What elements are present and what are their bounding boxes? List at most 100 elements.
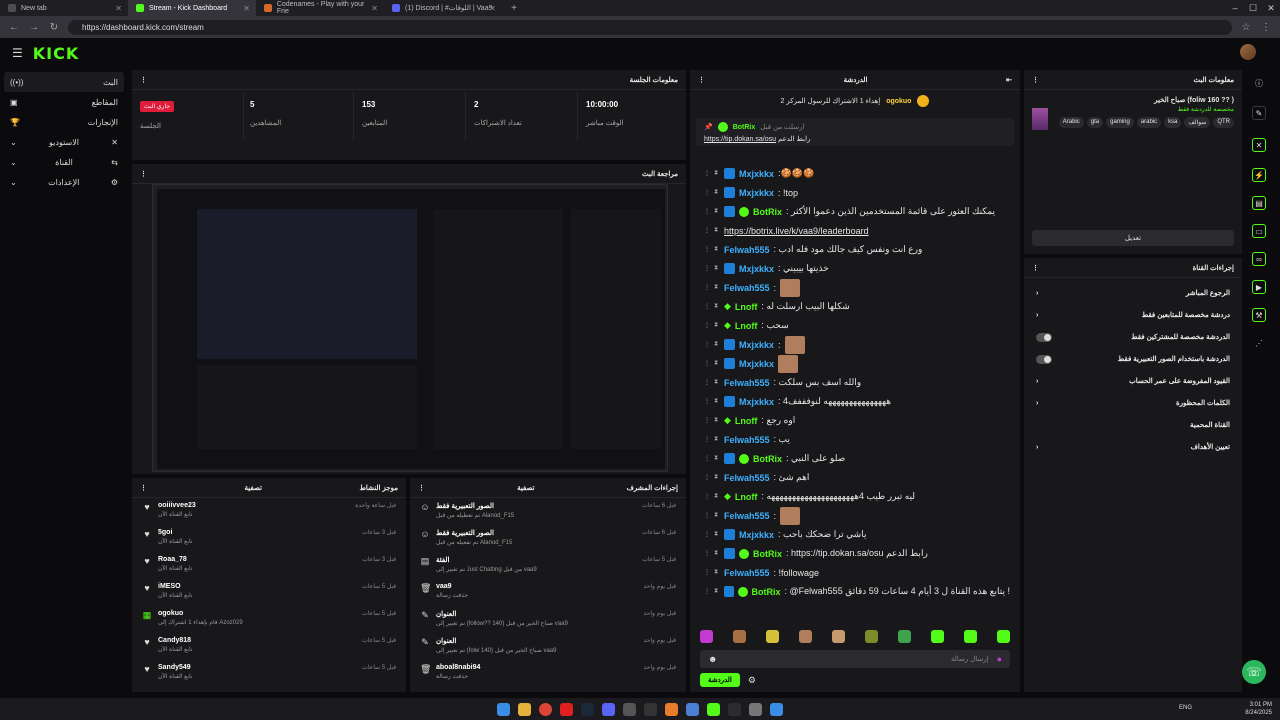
- stream-preview-video[interactable]: [152, 184, 668, 472]
- collapse-icon[interactable]: ⇤: [1006, 76, 1012, 84]
- emoji-picker-icon[interactable]: ☻: [708, 654, 717, 664]
- message-menu-icon[interactable]: ⋮: [704, 531, 710, 538]
- chat-message[interactable]: ⋮ ⧗ Felwah555: اهم شئ: [690, 468, 1020, 487]
- action-set-goals[interactable]: › تعيين الأهداف: [1024, 436, 1242, 458]
- emote-icon[interactable]: [898, 630, 911, 643]
- kick-logo[interactable]: KICK: [33, 44, 80, 63]
- app-icon[interactable]: [728, 702, 741, 716]
- tag[interactable]: QTR: [1213, 117, 1234, 128]
- panel-menu-icon[interactable]: ⋮: [418, 484, 425, 492]
- bookmark-icon[interactable]: ☆: [1240, 22, 1252, 33]
- language-indicator[interactable]: ENG: [1179, 704, 1192, 712]
- message-menu-icon[interactable]: ⋮: [704, 284, 710, 291]
- message-menu-icon[interactable]: ⋮: [704, 474, 710, 481]
- forward-icon[interactable]: →: [28, 22, 40, 33]
- timeout-icon[interactable]: ⧗: [714, 360, 720, 367]
- app-icon[interactable]: [749, 702, 762, 716]
- extensions-icon[interactable]: ⋮: [1260, 22, 1272, 33]
- minimize-icon[interactable]: –: [1226, 3, 1244, 14]
- timeout-icon[interactable]: ⧗: [714, 455, 720, 462]
- timeout-icon[interactable]: ⧗: [714, 588, 720, 595]
- app-icon[interactable]: [665, 702, 678, 716]
- emote-icon[interactable]: [700, 630, 713, 643]
- filter-button[interactable]: تصفية: [517, 484, 534, 492]
- chat-message[interactable]: ⋮ ⧗ Felwah555: والله اسف بس سلكت: [690, 373, 1020, 392]
- close-icon[interactable]: ✕: [371, 4, 378, 13]
- panel-menu-icon[interactable]: ⋮: [1032, 264, 1039, 272]
- share-icon[interactable]: ⋰: [1252, 336, 1266, 350]
- chat-message[interactable]: ⋮ ⧗ BotRix: https://tip.dokan.sa/osu رابط …: [690, 544, 1020, 563]
- chat-message[interactable]: ⋮ ⧗ https://botrix.live/k/vaa9/leaderboard: [690, 221, 1020, 240]
- emote-icon[interactable]: [766, 630, 779, 643]
- chat-input[interactable]: ☻ إرسال رسالة ●: [700, 650, 1010, 668]
- emote-icon[interactable]: [865, 630, 878, 643]
- file-explorer-icon[interactable]: [518, 702, 531, 716]
- chat-username[interactable]: Felwah555: [724, 473, 770, 483]
- message-menu-icon[interactable]: ⋮: [704, 569, 710, 576]
- chat-message[interactable]: ⋮ ⧗ BotRix: @Felwah555 يتابع هذه القناة ل …: [690, 582, 1020, 601]
- timeout-icon[interactable]: ⧗: [714, 531, 720, 538]
- bolt-icon[interactable]: ⚡: [1252, 168, 1266, 182]
- sidebar-item-clips[interactable]: ▣ المقاطع: [0, 92, 128, 112]
- url-field[interactable]: https://dashboard.kick.com/stream: [68, 19, 1232, 35]
- chat-message[interactable]: ⋮ ⧗ Mxjxkkx: خذيتها بيبيني: [690, 259, 1020, 278]
- send-chat-button[interactable]: الدردشة: [700, 673, 740, 687]
- clock-date[interactable]: 8/24/2025: [1245, 709, 1272, 717]
- panel-menu-icon[interactable]: ⋮: [698, 76, 705, 84]
- gear-icon[interactable]: ⚙: [748, 675, 756, 686]
- steam-icon[interactable]: [581, 702, 594, 716]
- message-menu-icon[interactable]: ⋮: [704, 208, 710, 215]
- timeout-icon[interactable]: ⧗: [714, 474, 720, 481]
- message-menu-icon[interactable]: ⋮: [704, 246, 710, 253]
- chat-message[interactable]: ⋮ ⧗ ◆ Lnoff: اوه رجع: [690, 411, 1020, 430]
- chat-username[interactable]: Felwah555: [724, 378, 770, 388]
- message-menu-icon[interactable]: ⋮: [704, 227, 710, 234]
- action-banned-words[interactable]: › الكلمات المحظورة: [1024, 392, 1242, 414]
- emote-icon[interactable]: [799, 630, 812, 643]
- chat-username[interactable]: Felwah555: [724, 568, 770, 578]
- clock-time[interactable]: 3:01 PM: [1245, 701, 1272, 709]
- document-icon[interactable]: ▤: [1252, 196, 1266, 210]
- action-subscribers-only[interactable]: الدردشة مخصصة للمشتركين فقط: [1024, 326, 1242, 348]
- avatar[interactable]: [1240, 44, 1256, 60]
- app-icon[interactable]: [623, 702, 636, 716]
- browser-tab[interactable]: Codenames - Play with your Frie ✕: [256, 0, 384, 16]
- chat-message[interactable]: ⋮ ⧗ Felwah555: ورع انت ونفس كيف جالك مود ف…: [690, 240, 1020, 259]
- chat-username[interactable]: Lnoff: [735, 416, 758, 426]
- message-menu-icon[interactable]: ⋮: [704, 493, 710, 500]
- sidebar-item-settings[interactable]: ⌄ الإعدادات ⚙: [0, 172, 128, 192]
- message-menu-icon[interactable]: ⋮: [704, 588, 710, 595]
- sidebar-item-channel[interactable]: ⌄ القناة ⇆: [0, 152, 128, 172]
- chat-username[interactable]: BotRix: [753, 549, 782, 559]
- message-menu-icon[interactable]: ⋮: [704, 303, 710, 310]
- timeout-icon[interactable]: ⧗: [714, 322, 720, 329]
- reload-icon[interactable]: ↻: [48, 22, 60, 33]
- chat-message[interactable]: ⋮ ⧗ Mxjxkkx: 4هههههههههههههههه لنوفففف: [690, 392, 1020, 411]
- timeout-icon[interactable]: ⧗: [714, 398, 720, 405]
- chat-message[interactable]: ⋮ ⧗ ◆ Lnoff: شكلها البيب ارسلت له: [690, 297, 1020, 316]
- chat-username[interactable]: Felwah555: [724, 435, 770, 445]
- chat-username[interactable]: Mxjxkkx: [739, 397, 774, 407]
- message-menu-icon[interactable]: ⋮: [704, 398, 710, 405]
- message-menu-icon[interactable]: ⋮: [704, 360, 710, 367]
- chat-username[interactable]: Mxjxkkx: [739, 359, 774, 369]
- youtube-icon[interactable]: [560, 702, 573, 716]
- menu-icon[interactable]: ☰: [12, 46, 23, 60]
- app-icon[interactable]: [644, 702, 657, 716]
- browser-tab[interactable]: (1) Discord | #اللوقات | Vaa9 ✕: [384, 0, 502, 16]
- close-icon[interactable]: ✕: [243, 4, 250, 13]
- chat-message[interactable]: ⋮ ⧗ Felwah555:: [690, 506, 1020, 525]
- chat-username[interactable]: Felwah555: [724, 245, 770, 255]
- tag[interactable]: gta: [1086, 117, 1104, 128]
- chat-message[interactable]: ⋮ ⧗ Mxjxkkx: [690, 354, 1020, 373]
- timeout-icon[interactable]: ⧗: [714, 436, 720, 443]
- emote-icon[interactable]: [964, 630, 977, 643]
- back-icon[interactable]: ←: [8, 22, 20, 33]
- chat-username[interactable]: BotRix: [752, 587, 781, 597]
- pencil-icon[interactable]: ✎: [1252, 106, 1266, 120]
- panel-menu-icon[interactable]: ⋮: [140, 170, 147, 178]
- close-icon[interactable]: ✕: [1252, 138, 1266, 152]
- tag[interactable]: ksa: [1164, 117, 1182, 128]
- chat-message[interactable]: ⋮ ⧗ Mxjxkkx:🍪🍪🍪: [690, 164, 1020, 183]
- action-emotes-only[interactable]: الدردشة باستخدام الصور التعبيرية فقط: [1024, 348, 1242, 370]
